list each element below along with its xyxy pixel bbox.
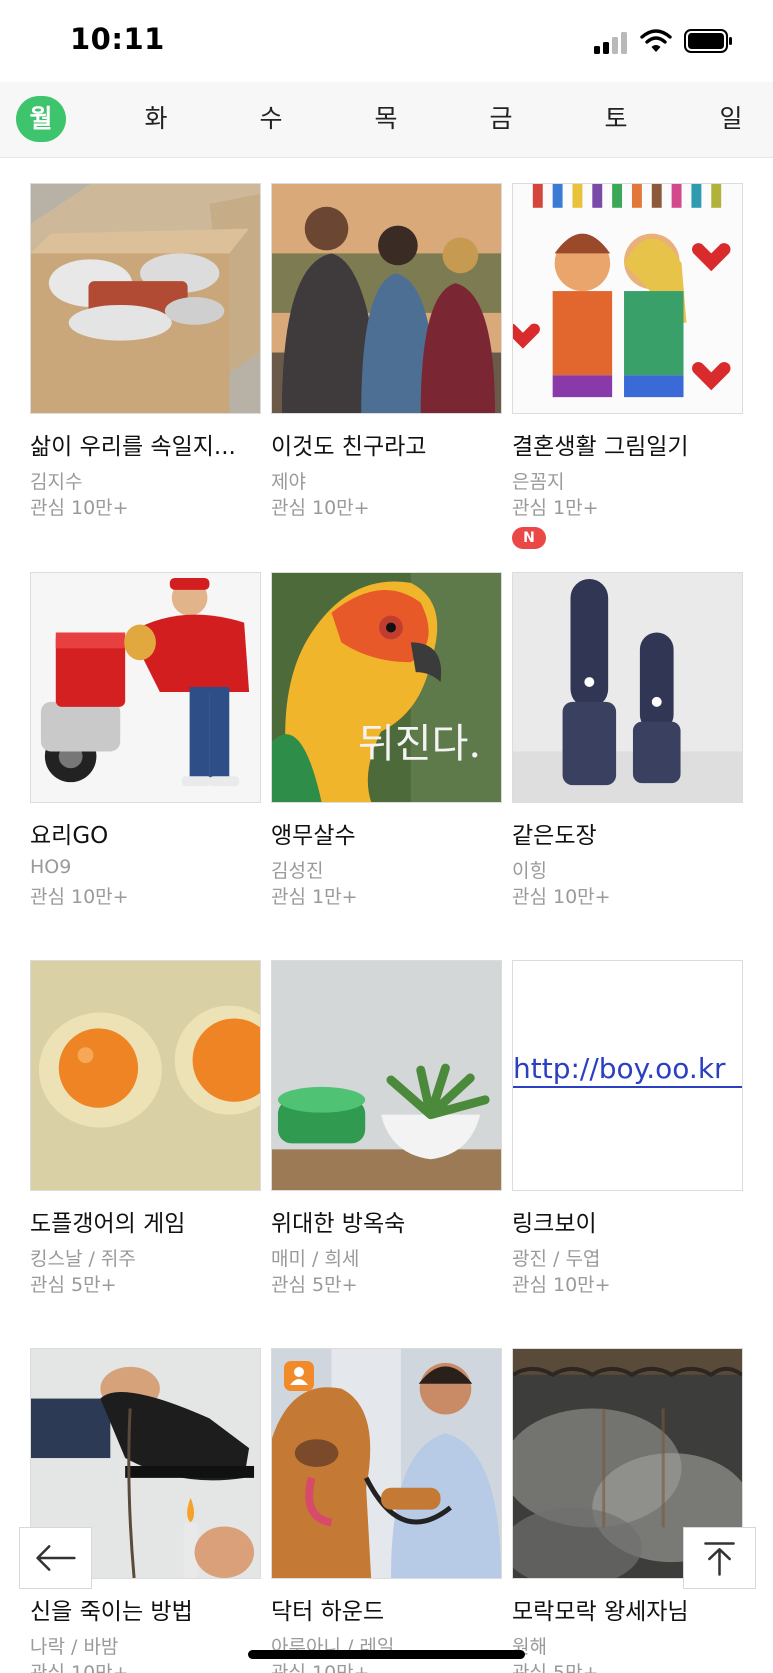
webtoon-thumbnail[interactable] — [271, 183, 502, 414]
webtoon-thumbnail[interactable]: http://boy.oo.kr — [512, 960, 743, 1191]
webtoon-title: 앵무살수 — [271, 823, 356, 849]
person-icon — [284, 1361, 314, 1391]
webtoon-author: 은꼼지 — [512, 471, 565, 493]
webtoon-interest-count: 관심 5만+ — [30, 1274, 117, 1296]
cellular-signal-icon — [594, 30, 630, 54]
webtoon-thumbnail[interactable] — [30, 572, 261, 803]
webtoon-interest-count: 관심 10만+ — [271, 1662, 370, 1673]
webtoon-interest-count: 관심 10만+ — [30, 886, 129, 908]
webtoon-author: 킹스날 / 쥐주 — [30, 1248, 136, 1270]
webtoon-thumbnail[interactable] — [512, 183, 743, 414]
status-time: 10:11 — [70, 22, 165, 56]
webtoon-title: 위대한 방옥숙 — [271, 1211, 406, 1237]
tab-saturday[interactable]: 토 — [591, 96, 641, 142]
webtoon-author: 제야 — [271, 471, 306, 493]
webtoon-title: 도플갱어의 게임 — [30, 1211, 186, 1237]
tab-wednesday[interactable]: 수 — [246, 96, 296, 142]
webtoon-title: 신을 죽이는 방법 — [30, 1599, 193, 1625]
linkboy-thumb-url: http://boy.oo.kr — [513, 1052, 742, 1088]
tab-thursday[interactable]: 목 — [361, 96, 411, 142]
webtoon-title: 링크보이 — [512, 1211, 597, 1237]
tab-friday[interactable]: 금 — [476, 96, 526, 142]
webtoon-interest-count: 관심 10만+ — [30, 497, 129, 519]
arrow-left-icon — [36, 1545, 76, 1571]
webtoon-interest-count: 관심 10만+ — [271, 497, 370, 519]
webtoon-title: 같은도장 — [512, 823, 597, 849]
status-bar: 10:11 — [0, 0, 773, 82]
webtoon-author: 매미 / 희세 — [271, 1248, 360, 1270]
webtoon-title: 요리GO — [30, 823, 109, 849]
webtoon-thumbnail[interactable] — [271, 1348, 502, 1579]
webtoon-author: HO9 — [30, 856, 72, 878]
webtoon-title: 닥터 하운드 — [271, 1599, 385, 1625]
webtoon-author: 나락 / 바밤 — [30, 1636, 119, 1658]
webtoon-interest-count: 관심 10만+ — [512, 886, 611, 908]
webtoon-title: 이것도 친구라고 — [271, 434, 427, 460]
arrow-up-to-top-icon — [704, 1542, 735, 1576]
parrot-thumb-caption: 뒤진다. — [358, 721, 482, 767]
webtoon-title: 삶이 우리를 속일지... — [30, 434, 236, 460]
webtoon-author: 이힝 — [512, 860, 547, 882]
webtoon-interest-count: 관심 10만+ — [512, 1274, 611, 1296]
home-indicator — [248, 1650, 525, 1659]
webtoon-title: 모락모락 왕세자님 — [512, 1599, 689, 1625]
tab-monday[interactable]: 월 — [16, 96, 66, 142]
webtoon-interest-count: 관심 5만+ — [271, 1274, 358, 1296]
webtoon-author: 김성진 — [271, 860, 324, 882]
tab-tuesday[interactable]: 화 — [131, 96, 181, 142]
webtoon-author: 김지수 — [30, 471, 83, 493]
webtoon-thumbnail[interactable] — [271, 960, 502, 1191]
webtoon-interest-count: 관심 1만+ — [512, 497, 599, 519]
weekday-tab-bar: 월 화 수 목 금 토 일 — [0, 82, 773, 158]
webtoon-thumbnail[interactable] — [30, 960, 261, 1191]
webtoon-thumbnail[interactable] — [512, 572, 743, 803]
webtoon-interest-count: 관심 1만+ — [271, 886, 358, 908]
scroll-to-top-button[interactable] — [683, 1527, 756, 1589]
back-button[interactable] — [19, 1527, 92, 1589]
wifi-icon — [640, 29, 672, 52]
battery-icon — [684, 29, 732, 53]
tab-sunday[interactable]: 일 — [706, 96, 756, 142]
webtoon-author: 광진 / 두엽 — [512, 1248, 601, 1270]
webtoon-thumbnail[interactable]: 뒤진다. — [271, 572, 502, 803]
new-badge: N — [512, 527, 546, 549]
webtoon-interest-count: 관심 10만+ — [30, 1662, 129, 1673]
webtoon-title: 결혼생활 그림일기 — [512, 434, 689, 460]
webtoon-thumbnail[interactable] — [30, 183, 261, 414]
webtoon-interest-count: 관심 5만+ — [512, 1662, 599, 1673]
